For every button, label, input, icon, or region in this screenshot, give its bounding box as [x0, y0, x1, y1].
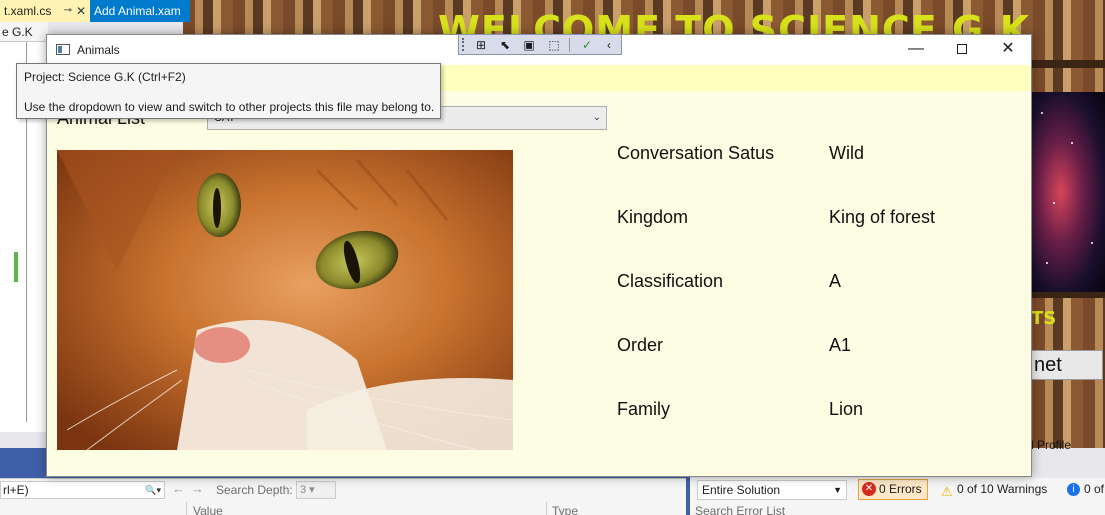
- toolbar-separator: [569, 38, 570, 52]
- back-arrow-icon[interactable]: ←: [172, 481, 191, 496]
- column-header-type[interactable]: Type: [552, 504, 578, 515]
- preview-button[interactable]: net: [1031, 350, 1103, 380]
- display-adorners-icon[interactable]: ▣: [519, 37, 539, 53]
- search-input[interactable]: rl+E) 🔍▾: [0, 481, 165, 499]
- error-list-search[interactable]: Search Error List: [695, 504, 785, 515]
- toolbar-grip[interactable]: [462, 38, 466, 51]
- forward-arrow-icon[interactable]: →: [191, 481, 210, 496]
- nav-arrows[interactable]: ←→: [172, 481, 210, 496]
- search-depth-select[interactable]: 3 ▾: [296, 481, 336, 499]
- close-button[interactable]: ✕: [985, 35, 1031, 65]
- chevron-down-icon: ▼: [833, 485, 842, 495]
- detail-label: Kingdom: [617, 207, 689, 227]
- binding-check-icon[interactable]: ✓: [577, 37, 597, 53]
- preview-yellow-text: TS: [1031, 308, 1057, 329]
- detail-label: Family: [617, 399, 670, 419]
- tab-xaml-cs[interactable]: t.xaml.cs ⊸ ✕: [0, 0, 90, 22]
- warnings-count: 0 of 10 Warnings: [957, 482, 1048, 496]
- detail-value: Lion: [829, 399, 864, 419]
- detail-value: Wild: [829, 143, 864, 163]
- warning-icon: ⚠: [941, 484, 953, 499]
- select-element-icon[interactable]: ⬉: [495, 37, 515, 53]
- error-scope-value: Entire Solution: [702, 483, 781, 497]
- search-depth-value: 3: [300, 484, 307, 496]
- tab-label: t.xaml.cs: [4, 4, 52, 18]
- tab-add-animal-xaml[interactable]: Add Animal.xam: [90, 0, 190, 22]
- window-icon: [56, 44, 70, 55]
- detail-label: Order: [617, 335, 664, 355]
- detail-value: A: [829, 271, 842, 291]
- search-input-text: rl+E): [3, 483, 29, 497]
- project-tooltip: Project: Science G.K (Ctrl+F2) Use the d…: [16, 63, 441, 119]
- tooltip-line-2: Use the dropdown to view and switch to o…: [24, 100, 435, 114]
- profile-label: l Profile: [1031, 438, 1072, 452]
- track-focus-icon[interactable]: ⬚: [544, 37, 564, 53]
- errors-filter-button[interactable]: ✕ 0 Errors: [858, 479, 928, 500]
- animal-image: [57, 150, 513, 450]
- live-visual-tree-icon[interactable]: ⊞: [471, 37, 491, 53]
- warnings-filter-button[interactable]: ⚠ 0 of 10 Warnings: [937, 480, 1057, 500]
- collapse-toolbar-icon[interactable]: ‹: [599, 37, 619, 53]
- tab-label: Add Animal.xam: [94, 4, 181, 18]
- chevron-down-icon: ⌄: [592, 112, 601, 123]
- detail-label: Classification: [617, 271, 724, 291]
- column-header-value[interactable]: Value: [193, 504, 223, 515]
- maximize-icon: [957, 43, 967, 54]
- project-dropdown[interactable]: e G.K: [0, 22, 48, 42]
- preview-button-label: net: [1034, 354, 1062, 376]
- detail-value: A1: [829, 335, 852, 355]
- error-scope-select[interactable]: Entire Solution ▼: [697, 480, 847, 500]
- detail-label: Conversation Satus: [617, 143, 775, 163]
- window-title: Animals: [77, 43, 120, 57]
- messages-filter-button[interactable]: i 0 of: [1064, 480, 1105, 500]
- search-depth-label: Search Depth:: [216, 483, 293, 497]
- detail-value: King of forest: [829, 207, 936, 227]
- xaml-debug-toolbar: ⊞ ⬉ ▣ ⬚ ✓ ‹: [458, 34, 622, 55]
- column-divider[interactable]: [186, 502, 187, 515]
- tooltip-line-1: Project: Science G.K (Ctrl+F2): [24, 70, 186, 84]
- errors-count: 0 Errors: [879, 482, 922, 496]
- column-divider[interactable]: [546, 502, 547, 515]
- galaxy-image: [1031, 92, 1105, 292]
- document-tab-strip: t.xaml.cs ⊸ ✕ Add Animal.xam: [0, 0, 190, 22]
- maximize-button[interactable]: [939, 35, 985, 65]
- search-dropdown-icon[interactable]: 🔍▾: [145, 482, 161, 498]
- info-icon: i: [1067, 483, 1080, 496]
- error-icon: ✕: [862, 482, 876, 496]
- change-indicator: [14, 252, 18, 282]
- pin-icon[interactable]: ⊸: [64, 0, 72, 22]
- close-icon[interactable]: ✕: [76, 0, 86, 22]
- minimize-button[interactable]: —: [893, 35, 939, 65]
- messages-count: 0 of: [1084, 482, 1105, 496]
